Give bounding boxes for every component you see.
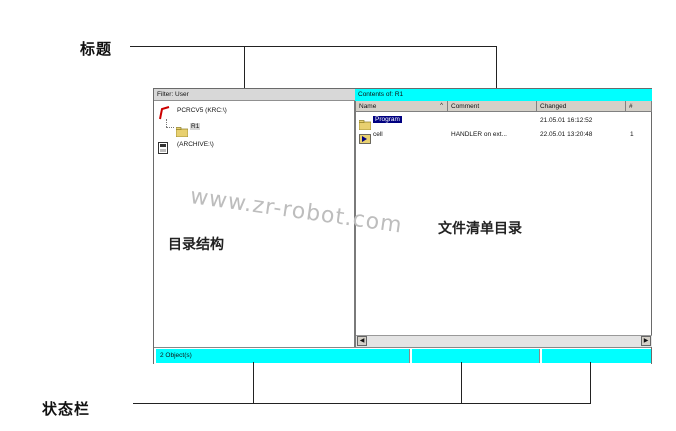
column-header-name[interactable]: Name ^ [356, 101, 448, 112]
status-bar: 2 Object(s) [154, 347, 651, 364]
sort-arrow-icon: ^ [440, 103, 443, 109]
title-callout-drop-left [244, 46, 245, 90]
folder-icon [175, 122, 189, 141]
tree-item-label: (ARCHIVE:\) [177, 141, 214, 148]
title-callout-drop-right [496, 46, 497, 90]
status-object-count: 2 Object(s) [156, 349, 410, 363]
tree-item-label: R1 [190, 123, 201, 130]
archive-drive-icon [158, 139, 168, 158]
status-segment-3 [542, 349, 651, 363]
file-list-directory-label: 文件清单目录 [438, 221, 522, 237]
tree-item-label: PCRCV5 (KRC:\) [177, 107, 227, 114]
horizontal-scrollbar[interactable]: ◀ ▶ [356, 335, 652, 347]
status-callout-drop-2 [461, 362, 462, 404]
row-name: cell [373, 131, 383, 138]
status-bar-callout-label: 状态栏 [42, 400, 91, 418]
title-callout-label: 标题 [80, 40, 113, 58]
directory-structure-label: 目录结构 [168, 237, 224, 253]
filter-label: Filter: User [157, 91, 189, 98]
status-callout-drop-1 [253, 362, 254, 404]
table-row[interactable]: Program 21.05.01 16:12:52 [356, 115, 652, 131]
row-changed: 22.05.01 13:20:48 [540, 131, 593, 138]
row-comment: HANDLER on ext... [451, 131, 507, 138]
tree-connector [166, 119, 168, 127]
title-callout-line [130, 46, 497, 47]
right-pane-title-bar: Contents of: R1 [355, 89, 652, 101]
scroll-right-button[interactable]: ▶ [641, 336, 651, 346]
contents-label: Contents of: R1 [358, 91, 404, 98]
file-manager-window: Filter: User Contents of: R1 PCRCV5 (KRC… [153, 88, 652, 364]
column-header-count[interactable]: # [626, 101, 652, 112]
left-pane-title-bar: Filter: User [154, 89, 355, 101]
status-callout-drop-3 [590, 362, 591, 404]
row-name: Program [373, 116, 402, 123]
column-header-comment[interactable]: Comment [448, 101, 537, 112]
tree-connector-h [166, 127, 174, 129]
status-callout-line [133, 403, 591, 404]
status-segment-2 [412, 349, 540, 363]
scroll-left-button[interactable]: ◀ [357, 336, 367, 346]
row-changed: 21.05.01 16:12:52 [540, 117, 593, 124]
column-header-changed[interactable]: Changed [537, 101, 626, 112]
row-count: 1 [630, 131, 634, 138]
table-row[interactable]: cell HANDLER on ext... 22.05.01 13:20:48… [356, 129, 652, 144]
program-icon [359, 129, 371, 148]
robot-icon [158, 105, 170, 124]
